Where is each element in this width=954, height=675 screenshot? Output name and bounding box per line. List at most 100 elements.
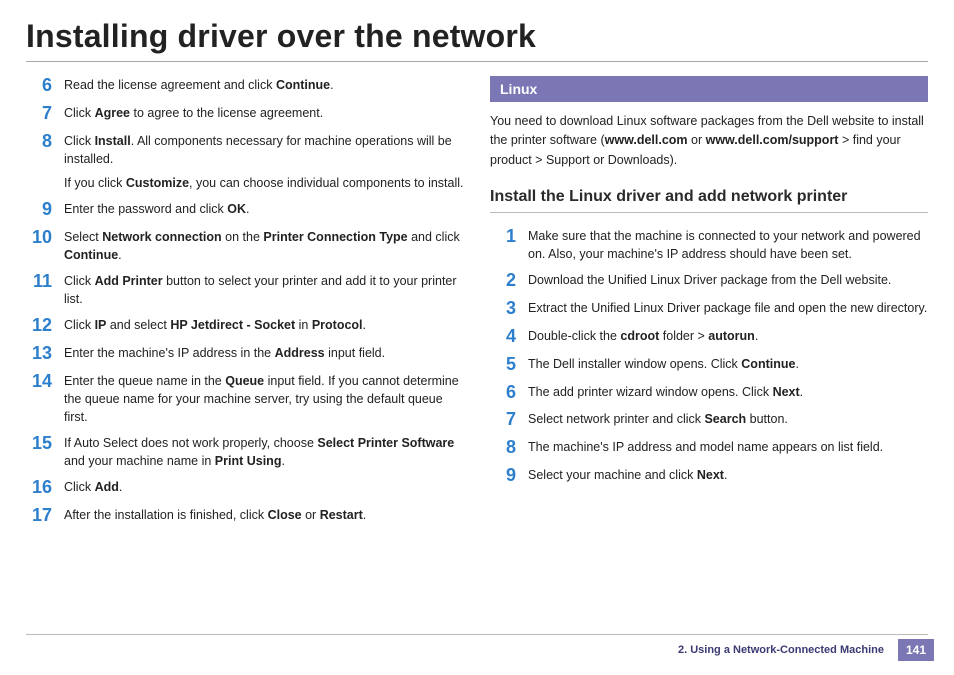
step-text: After the installation is finished, clic… (64, 506, 464, 524)
footer-label: 2. Using a Network-Connected Machine (672, 639, 890, 661)
step-number: 13 (26, 344, 52, 364)
step-number: 7 (26, 104, 52, 124)
left-steps: 6 Read the license agreement and click Co… (26, 76, 464, 526)
step-body: Click Add. (64, 478, 464, 496)
right-column: Linux You need to download Linux softwar… (490, 76, 928, 526)
step-text: Select Network connection on the Printer… (64, 228, 464, 264)
step-text: Select network printer and click Search … (528, 410, 928, 428)
step-body: Read the license agreement and click Con… (64, 76, 464, 94)
step-text: Click IP and select HP Jetdirect - Socke… (64, 316, 464, 334)
right-step: 2 Download the Unified Linux Driver packa… (490, 271, 928, 291)
step-body: Enter the password and click OK. (64, 200, 464, 218)
step-number: 2 (490, 271, 516, 291)
step-number: 9 (26, 200, 52, 220)
step-body: Make sure that the machine is connected … (528, 227, 928, 263)
step-number: 17 (26, 506, 52, 526)
step-number: 15 (26, 434, 52, 454)
step-body: Click Install. All components necessary … (64, 132, 464, 192)
columns: 6 Read the license agreement and click Co… (26, 76, 928, 526)
left-step: 7 Click Agree to agree to the license agr… (26, 104, 464, 124)
step-text: If Auto Select does not work properly, c… (64, 434, 464, 470)
step-text: Click Install. All components necessary … (64, 132, 464, 168)
step-text: Download the Unified Linux Driver packag… (528, 271, 928, 289)
step-body: Extract the Unified Linux Driver package… (528, 299, 928, 317)
step-body: Download the Unified Linux Driver packag… (528, 271, 928, 289)
step-number: 7 (490, 410, 516, 430)
step-body: The machine's IP address and model name … (528, 438, 928, 456)
left-step: 15 If Auto Select does not work properly,… (26, 434, 464, 470)
step-number: 4 (490, 327, 516, 347)
step-body: Click Add Printer button to select your … (64, 272, 464, 308)
left-step: 13 Enter the machine's IP address in the … (26, 344, 464, 364)
step-body: After the installation is finished, clic… (64, 506, 464, 524)
right-step: 1 Make sure that the machine is connected… (490, 227, 928, 263)
step-text: Read the license agreement and click Con… (64, 76, 464, 94)
step-body: If Auto Select does not work properly, c… (64, 434, 464, 470)
subhead-install-linux: Install the Linux driver and add network… (490, 188, 928, 213)
step-text: Click Agree to agree to the license agre… (64, 104, 464, 122)
left-step: 14 Enter the queue name in the Queue inpu… (26, 372, 464, 426)
step-text: Extract the Unified Linux Driver package… (528, 299, 928, 317)
left-step: 6 Read the license agreement and click Co… (26, 76, 464, 96)
right-step: 8 The machine's IP address and model name… (490, 438, 928, 458)
step-text: The add printer wizard window opens. Cli… (528, 383, 928, 401)
step-number: 9 (490, 466, 516, 486)
step-text: Make sure that the machine is connected … (528, 227, 928, 263)
right-step: 6 The add printer wizard window opens. Cl… (490, 383, 928, 403)
step-body: Select your machine and click Next. (528, 466, 928, 484)
section-bar-linux: Linux (490, 76, 928, 102)
step-number: 6 (26, 76, 52, 96)
left-step: 9 Enter the password and click OK. (26, 200, 464, 220)
step-body: Enter the machine's IP address in the Ad… (64, 344, 464, 362)
page: Installing driver over the network 6 Read… (0, 0, 954, 675)
left-step: 11 Click Add Printer button to select you… (26, 272, 464, 308)
linux-intro: You need to download Linux software pack… (490, 112, 928, 170)
left-step: 8 Click Install. All components necessary… (26, 132, 464, 192)
right-step: 5 The Dell installer window opens. Click … (490, 355, 928, 375)
step-number: 1 (490, 227, 516, 247)
step-text: Click Add Printer button to select your … (64, 272, 464, 308)
step-body: Click Agree to agree to the license agre… (64, 104, 464, 122)
step-body: Double-click the cdroot folder > autorun… (528, 327, 928, 345)
step-number: 8 (490, 438, 516, 458)
step-body: Click IP and select HP Jetdirect - Socke… (64, 316, 464, 334)
step-number: 11 (26, 272, 52, 292)
left-step: 12 Click IP and select HP Jetdirect - Soc… (26, 316, 464, 336)
step-body: Select Network connection on the Printer… (64, 228, 464, 264)
step-number: 12 (26, 316, 52, 336)
footer-bar: 2. Using a Network-Connected Machine 141 (0, 639, 954, 661)
page-title: Installing driver over the network (26, 18, 928, 55)
right-steps: 1 Make sure that the machine is connected… (490, 227, 928, 486)
step-number: 16 (26, 478, 52, 498)
step-text: The Dell installer window opens. Click C… (528, 355, 928, 373)
title-wrap: Installing driver over the network (26, 18, 928, 62)
step-text: Select your machine and click Next. (528, 466, 928, 484)
right-step: 7 Select network printer and click Search… (490, 410, 928, 430)
step-number: 3 (490, 299, 516, 319)
step-text: Enter the queue name in the Queue input … (64, 372, 464, 426)
step-body: Select network printer and click Search … (528, 410, 928, 428)
step-text: Double-click the cdroot folder > autorun… (528, 327, 928, 345)
step-text: Enter the password and click OK. (64, 200, 464, 218)
left-step: 17 After the installation is finished, cl… (26, 506, 464, 526)
right-step: 3 Extract the Unified Linux Driver packag… (490, 299, 928, 319)
step-text: The machine's IP address and model name … (528, 438, 928, 456)
left-step: 10 Select Network connection on the Print… (26, 228, 464, 264)
step-text: Enter the machine's IP address in the Ad… (64, 344, 464, 362)
left-step: 16 Click Add. (26, 478, 464, 498)
page-number: 141 (898, 639, 934, 661)
footer-rule (26, 634, 928, 635)
step-body: Enter the queue name in the Queue input … (64, 372, 464, 426)
step-body: The add printer wizard window opens. Cli… (528, 383, 928, 401)
step-number: 8 (26, 132, 52, 152)
right-step: 4 Double-click the cdroot folder > autoru… (490, 327, 928, 347)
step-text: If you click Customize, you can choose i… (64, 174, 464, 192)
step-number: 10 (26, 228, 52, 248)
left-column: 6 Read the license agreement and click Co… (26, 76, 464, 526)
step-body: The Dell installer window opens. Click C… (528, 355, 928, 373)
right-step: 9 Select your machine and click Next. (490, 466, 928, 486)
step-number: 14 (26, 372, 52, 392)
step-number: 6 (490, 383, 516, 403)
step-number: 5 (490, 355, 516, 375)
step-text: Click Add. (64, 478, 464, 496)
